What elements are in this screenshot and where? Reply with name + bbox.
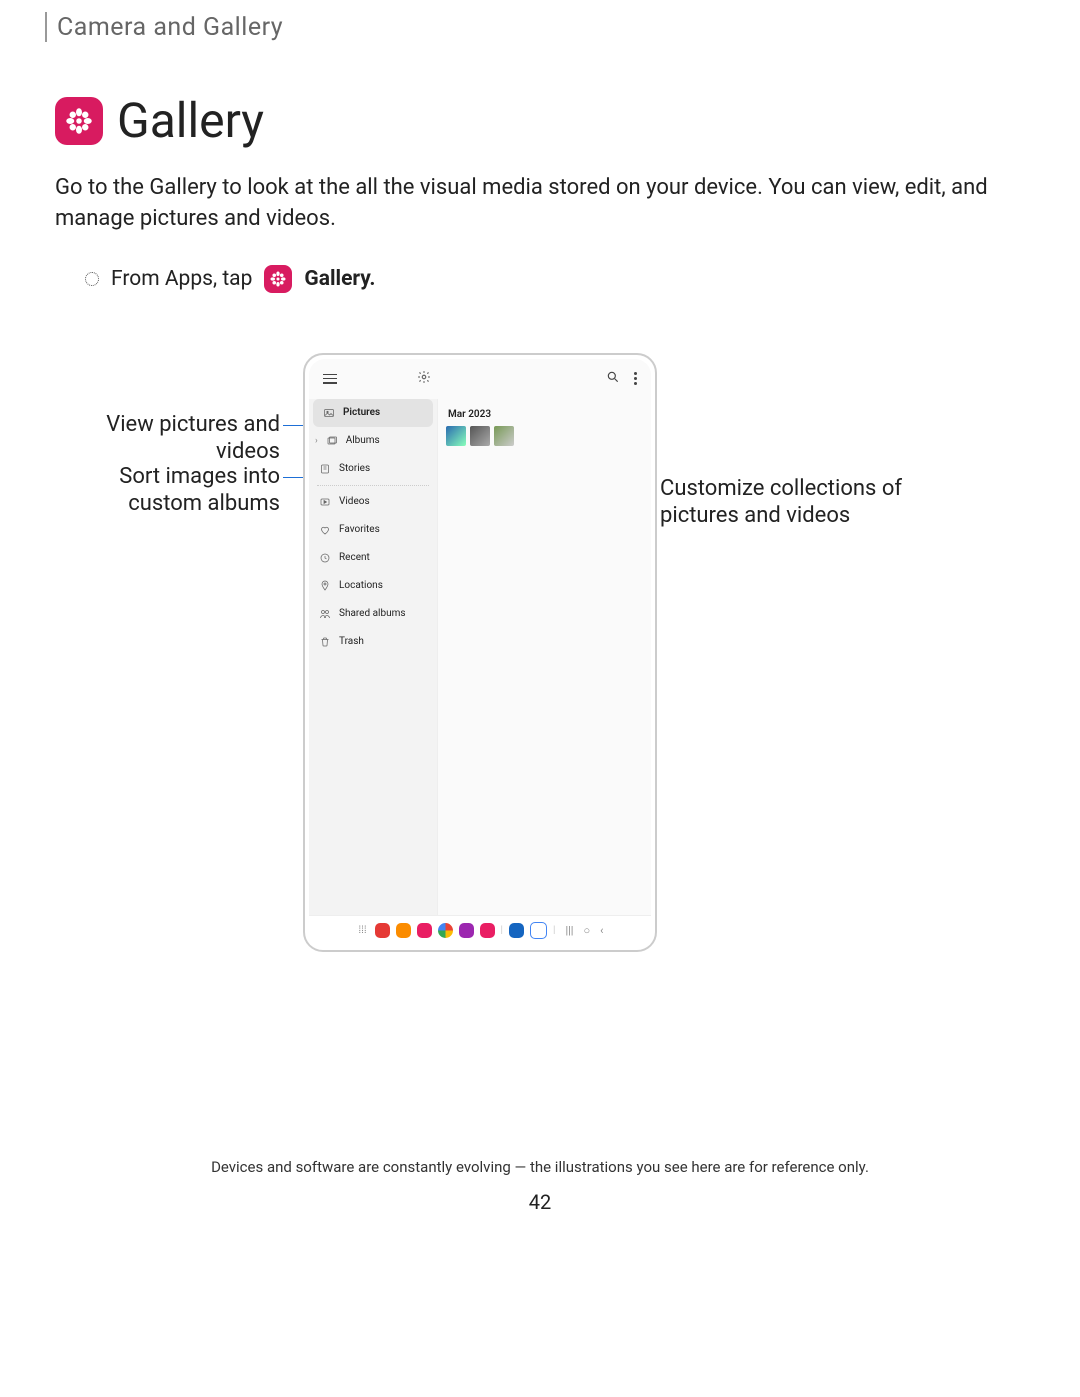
heart-icon xyxy=(319,524,331,536)
bullet-icon xyxy=(85,272,99,286)
lead-line xyxy=(283,477,305,478)
illustration: View pictures and videos Sort images int… xyxy=(45,353,1035,1003)
thumbnail[interactable] xyxy=(494,426,514,446)
footnote: Devices and software are constantly evol… xyxy=(0,1158,1080,1176)
sidebar-item-stories[interactable]: Stories xyxy=(309,455,437,483)
thumbnail-row xyxy=(446,426,643,446)
sidebar-item-label: Locations xyxy=(339,580,383,591)
dock-app-icon[interactable] xyxy=(509,923,524,938)
dock-app-icon[interactable] xyxy=(530,922,547,939)
instruction-step: From Apps, tap Gallery. xyxy=(85,265,1035,293)
dock-app-icon[interactable] xyxy=(438,923,453,938)
divider xyxy=(317,485,429,486)
dock-app-icon[interactable] xyxy=(480,923,495,938)
page-number: 42 xyxy=(0,1190,1080,1214)
sidebar-item-videos[interactable]: Videos xyxy=(309,488,437,516)
intro-text: Go to the Gallery to look at the all the… xyxy=(55,173,1025,235)
search-icon[interactable] xyxy=(606,369,620,388)
dock-app-icon[interactable] xyxy=(417,923,432,938)
sidebar: Pictures › Albums Stories xyxy=(309,399,438,915)
menu-icon[interactable] xyxy=(323,374,337,384)
device-frame: Pictures › Albums Stories xyxy=(303,353,657,952)
sidebar-item-label: Videos xyxy=(339,496,370,507)
header-bar xyxy=(45,12,47,42)
sidebar-item-favorites[interactable]: Favorites xyxy=(309,516,437,544)
gallery-icon xyxy=(55,97,103,145)
page-title-row: Gallery xyxy=(55,92,1035,149)
sidebar-item-label: Trash xyxy=(339,636,364,647)
location-icon xyxy=(319,580,331,592)
back-nav-icon[interactable]: ‹ xyxy=(600,924,603,937)
image-icon xyxy=(323,407,335,419)
sidebar-item-label: Recent xyxy=(339,552,370,563)
clock-icon xyxy=(319,552,331,564)
section-title: Camera and Gallery xyxy=(57,13,283,42)
sidebar-item-label: Albums xyxy=(346,435,380,446)
dock-app-icon[interactable] xyxy=(375,923,390,938)
shared-icon xyxy=(319,608,331,620)
sidebar-item-label: Favorites xyxy=(339,524,380,535)
callout-albums: Sort images into custom albums xyxy=(65,463,280,518)
trash-icon xyxy=(319,636,331,648)
more-icon[interactable] xyxy=(634,372,637,385)
callout-pictures: View pictures and videos xyxy=(85,411,280,466)
sidebar-item-pictures[interactable]: Pictures xyxy=(313,399,433,427)
story-icon xyxy=(319,463,331,475)
sidebar-item-label: Stories xyxy=(339,463,370,474)
page-title: Gallery xyxy=(117,92,264,149)
recents-nav-icon[interactable]: ||| xyxy=(565,924,573,937)
divider: | xyxy=(501,925,503,936)
chevron-right-icon: › xyxy=(315,436,318,446)
dock-app-icon[interactable] xyxy=(459,923,474,938)
divider: | xyxy=(553,925,555,936)
sidebar-item-shared[interactable]: Shared albums xyxy=(309,600,437,628)
section-header: Camera and Gallery xyxy=(45,12,1035,42)
sidebar-item-label: Shared albums xyxy=(339,608,406,619)
gear-icon[interactable] xyxy=(417,369,431,388)
dock-app-icon[interactable] xyxy=(396,923,411,938)
video-icon xyxy=(319,496,331,508)
step-prefix: From Apps, tap xyxy=(111,267,252,291)
thumbnail[interactable] xyxy=(470,426,490,446)
sidebar-item-locations[interactable]: Locations xyxy=(309,572,437,600)
apps-grid-icon[interactable]: ⁞⁞⁞ xyxy=(357,925,369,936)
taskbar: ⁞⁞⁞ | | ||| ○ ‹ xyxy=(309,915,651,946)
step-appname: Gallery. xyxy=(304,267,375,291)
gallery-content: Mar 2023 xyxy=(438,399,651,915)
sidebar-item-recent[interactable]: Recent xyxy=(309,544,437,572)
app-topbar xyxy=(309,359,651,399)
callout-stories: Customize collections of pictures and vi… xyxy=(660,475,920,530)
home-nav-icon[interactable]: ○ xyxy=(584,924,591,937)
sidebar-item-albums[interactable]: › Albums xyxy=(309,427,437,455)
thumbnail[interactable] xyxy=(446,426,466,446)
gallery-icon xyxy=(264,265,292,293)
album-icon xyxy=(326,435,338,447)
date-group-label: Mar 2023 xyxy=(448,409,643,420)
sidebar-item-label: Pictures xyxy=(343,407,380,418)
sidebar-item-trash[interactable]: Trash xyxy=(309,628,437,656)
